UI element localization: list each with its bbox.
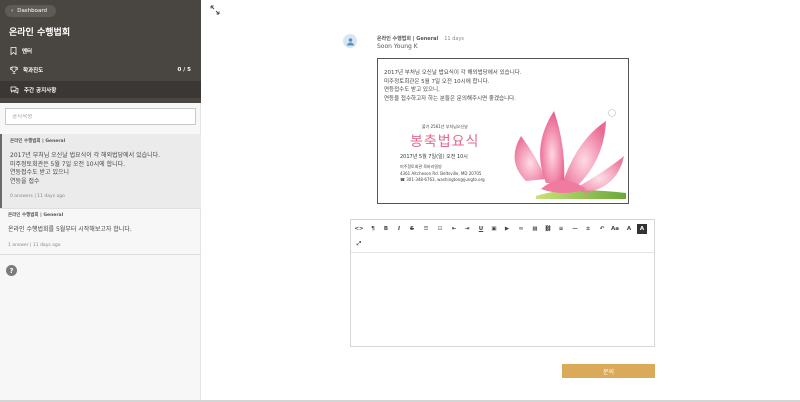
indent-icon[interactable]: ⇥ (462, 224, 472, 234)
nav-item-mentor[interactable]: 멘터 (0, 42, 201, 59)
avatar (343, 34, 357, 48)
trophy-icon (10, 66, 18, 74)
text-color-icon[interactable]: A (624, 224, 634, 234)
editor-toolbar: <> ¶ B I S ☰ ☷ ⇤ ⇥ U ▣ ▶ ∞ ▦ ⛓ ≡ — ± ↶ A… (351, 220, 654, 253)
fullscreen-icon[interactable]: ⤢ (354, 239, 364, 249)
list-item[interactable]: 온라인 수행법회 | General 온라인 수행법회를 5월부터 시작해보고자… (0, 208, 201, 254)
horizontal-rule-icon[interactable]: — (570, 224, 580, 234)
strikethrough-icon[interactable]: S (407, 224, 417, 234)
video-icon[interactable]: ▶ (502, 224, 512, 234)
poster-address: 미주정토회관 육바라밀방 4361 Aitcheson Rd. Beltsvil… (400, 164, 485, 182)
font-size-icon[interactable]: ± (583, 224, 593, 234)
bold-icon[interactable]: B (381, 224, 391, 234)
text-case-icon[interactable]: Aa (610, 224, 620, 234)
chat-icon (10, 86, 19, 94)
undo-icon[interactable]: ↶ (597, 224, 607, 234)
link-icon[interactable]: ∞ (516, 224, 526, 234)
sidebar-header: ‹ Dashboard 온라인 수행법회 멘터 학과진도 0 / 5 주간 공지… (0, 0, 201, 103)
paragraph-icon[interactable]: ¶ (368, 224, 378, 234)
sidebar: ‹ Dashboard 온라인 수행법회 멘터 학과진도 0 / 5 주간 공지… (0, 0, 201, 402)
expand-icon[interactable] (210, 5, 220, 15)
post-time: 11 days (444, 36, 465, 42)
poster-title: 봉축법요식 (410, 134, 480, 150)
bullet-list-icon[interactable]: ☰ (421, 224, 431, 234)
progress-count: 0 / 5 (177, 66, 192, 73)
post-content: 2017년 부처님 오신날 법요식이 각 해외법당에서 있습니다. 미주정토회관… (377, 58, 629, 204)
numbered-list-icon[interactable]: ☷ (435, 224, 445, 234)
post-header: 온라인 수행법회 | General 11 days (377, 36, 465, 42)
list-item[interactable]: 온라인 수행법회 | General 2017년 부처님 오신날 법요식이 각 … (0, 134, 201, 208)
chevron-left-icon: ‹ (11, 8, 14, 14)
submit-button[interactable]: 문의 (562, 364, 655, 378)
chain-icon[interactable]: ⛓ (543, 224, 553, 234)
compose-input[interactable] (12, 113, 195, 120)
lotus-image (514, 109, 626, 199)
code-view-icon[interactable]: <> (354, 224, 364, 234)
underline-icon[interactable]: U (476, 224, 486, 234)
italic-icon[interactable]: I (394, 224, 404, 234)
user-icon (346, 37, 354, 45)
highlight-icon[interactable]: A (637, 224, 647, 234)
compose-field-wrapper (5, 108, 196, 125)
bookmark-icon (10, 46, 17, 55)
image-icon[interactable]: ▣ (489, 224, 499, 234)
reply-editor: <> ¶ B I S ☰ ☷ ⇤ ⇥ U ▣ ▶ ∞ ▦ ⛓ ≡ — ± ↶ A… (350, 219, 655, 347)
dashboard-button[interactable]: ‹ Dashboard (5, 5, 56, 17)
help-icon[interactable]: ? (6, 265, 17, 276)
outdent-icon[interactable]: ⇤ (449, 224, 459, 234)
poster-date: 2017년 5월 7일(일) 오전 10시 (400, 154, 468, 160)
post-author: Soon Young K (377, 43, 418, 50)
nav-item-notices[interactable]: 주간 공지사항 (0, 81, 201, 98)
table-icon[interactable]: ▦ (530, 224, 540, 234)
divider (0, 254, 201, 255)
poster-subtitle: 불기 2561년 부처님오신날 (422, 124, 468, 129)
course-title: 온라인 수행법회 (9, 28, 71, 38)
align-icon[interactable]: ≡ (556, 224, 566, 234)
editor-textarea[interactable] (351, 253, 654, 347)
nav-item-progress[interactable]: 학과진도 0 / 5 (0, 61, 201, 78)
